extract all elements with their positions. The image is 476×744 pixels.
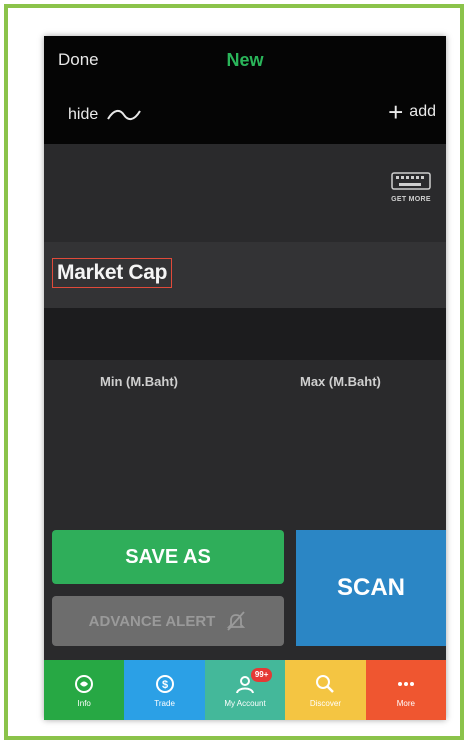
add-button[interactable]: + add [388,97,436,127]
phone-screen: Done New hide + add GET MORE Market Cap [44,36,446,720]
tab-more[interactable]: More [365,660,446,720]
top-bar: Done New hide + add [44,36,446,144]
hide-label: hide [68,106,99,123]
advance-alert-button[interactable]: ADVANCE ALERT [52,596,284,646]
tab-trade-label: Trade [154,698,175,708]
min-label: Min (M.Baht) [100,374,178,389]
wave-icon [107,109,142,121]
bell-off-icon [227,611,246,631]
tab-my-account[interactable]: 99+ My Account [204,660,286,720]
scan-button[interactable]: SCAN [296,530,446,646]
info-icon [75,674,94,693]
keyboard-icon [391,172,431,190]
tab-more-label: More [396,698,415,708]
keyboard-button[interactable]: GET MORE [388,172,434,203]
discover-icon [316,674,335,693]
save-as-button[interactable]: SAVE AS [52,530,284,584]
tab-info[interactable]: Info [44,660,125,720]
advance-alert-label: ADVANCE ALERT [88,612,216,630]
svg-text:$: $ [162,679,168,691]
criteria-area [44,144,446,242]
trade-icon: $ [155,674,174,693]
range-input-row[interactable] [44,308,446,360]
tab-info-label: Info [77,698,91,708]
more-icon [397,681,414,686]
market-cap-label: Market Cap [52,258,173,288]
notification-badge: 99+ [250,668,273,682]
keyboard-label: GET MORE [391,196,431,203]
tab-discover-label: Discover [309,698,341,708]
tab-discover[interactable]: Discover [285,660,366,720]
max-label: Max (M.Baht) [300,374,381,389]
hide-button[interactable]: hide [68,106,142,124]
bottom-tab-bar: Info $ Trade 99+ My Account Discover Mor… [44,660,446,720]
page-title: New [226,50,264,70]
add-label: add [409,103,436,120]
tab-trade[interactable]: $ Trade [124,660,205,720]
tab-my-account-label: My Account [224,698,266,708]
plus-icon: + [388,97,404,127]
